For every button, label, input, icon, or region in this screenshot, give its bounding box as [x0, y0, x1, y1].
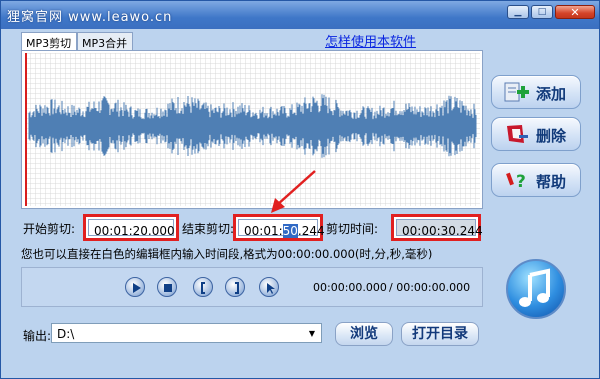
window-title: 狸窝官网 www.leawo.cn [7, 10, 173, 25]
format-hint: 您也可以直接在白色的编辑框内输入时间段,格式为00:00:00.000(时,分,… [21, 247, 433, 261]
annotation-arrow [271, 170, 316, 213]
end-cut-selected-text: 50 [282, 224, 298, 238]
output-label: 输出: [23, 329, 52, 343]
stop-button[interactable] [157, 277, 177, 297]
maximize-icon: □ [537, 6, 547, 17]
play-icon [133, 283, 141, 293]
open-directory-button[interactable]: 打开目录 [401, 322, 479, 346]
app-window: 狸窝官网 www.leawo.cn ▁ □ ✕ MP3剪切 MP3合并 怎样使用… [0, 0, 600, 379]
waveform-panel[interactable] [21, 50, 483, 209]
tab-mp3-cut[interactable]: MP3剪切 [21, 32, 77, 52]
bracket-left-icon [201, 282, 205, 294]
mark-end-button[interactable] [225, 277, 245, 297]
end-cut-label: 结束剪切: [182, 222, 235, 236]
help-link[interactable]: 怎样使用本软件 [325, 31, 416, 50]
cut-duration-label: 剪切时间: [326, 222, 379, 236]
cursor-icon [267, 283, 275, 294]
add-button[interactable]: 添加 [491, 75, 581, 109]
preview-button[interactable] [259, 277, 279, 297]
play-button[interactable] [125, 277, 145, 297]
minimize-button[interactable]: ▁ [507, 5, 529, 19]
end-cut-field-highlight: 00:01:50.244 [233, 214, 325, 241]
tab-mp3-merge[interactable]: MP3合并 [77, 32, 133, 51]
end-cut-input[interactable]: 00:01:50.244 [238, 219, 325, 238]
delete-button[interactable]: 删除 [491, 117, 581, 151]
start-cut-input[interactable]: 00:01:20.000 [88, 219, 175, 238]
delete-button-label: 删除 [536, 127, 567, 145]
waveform-display[interactable] [25, 53, 480, 206]
stop-icon [164, 284, 172, 292]
svg-text:?: ? [516, 172, 526, 191]
cut-duration-highlight: 00:00:30.244 [391, 214, 483, 241]
title-bar: 狸窝官网 www.leawo.cn ▁ □ ✕ [1, 1, 599, 29]
add-file-icon [504, 82, 529, 102]
help-button-label: 帮助 [536, 173, 567, 191]
start-cut-field-highlight: 00:01:20.000 [83, 214, 179, 241]
close-icon: ✕ [570, 5, 580, 19]
current-position: 00:00:00.000 [313, 281, 387, 294]
delete-icon [507, 125, 528, 143]
close-button[interactable]: ✕ [555, 5, 595, 19]
help-button[interactable]: ? 帮助 [491, 163, 581, 197]
maximize-button[interactable]: □ [531, 5, 553, 19]
bracket-right-icon [235, 282, 239, 294]
output-path-value: D:\ [57, 327, 75, 341]
end-cut-value-suffix: .244 [297, 224, 325, 238]
end-cut-value-prefix: 00:01: [244, 224, 283, 238]
music-note-icon [506, 259, 566, 319]
output-path-select[interactable]: D:\ ▼ [51, 323, 322, 343]
cut-duration-value: 00:00:30.244 [396, 219, 483, 238]
total-duration: / 00:00:00.000 [389, 281, 471, 294]
mark-start-button[interactable] [193, 277, 213, 297]
start-cut-label: 开始剪切: [23, 222, 76, 236]
chevron-down-icon[interactable]: ▼ [304, 325, 320, 341]
help-icon: ? [506, 172, 526, 191]
minimize-icon: ▁ [514, 6, 522, 17]
browse-button[interactable]: 浏览 [335, 322, 393, 346]
add-button-label: 添加 [536, 85, 567, 103]
